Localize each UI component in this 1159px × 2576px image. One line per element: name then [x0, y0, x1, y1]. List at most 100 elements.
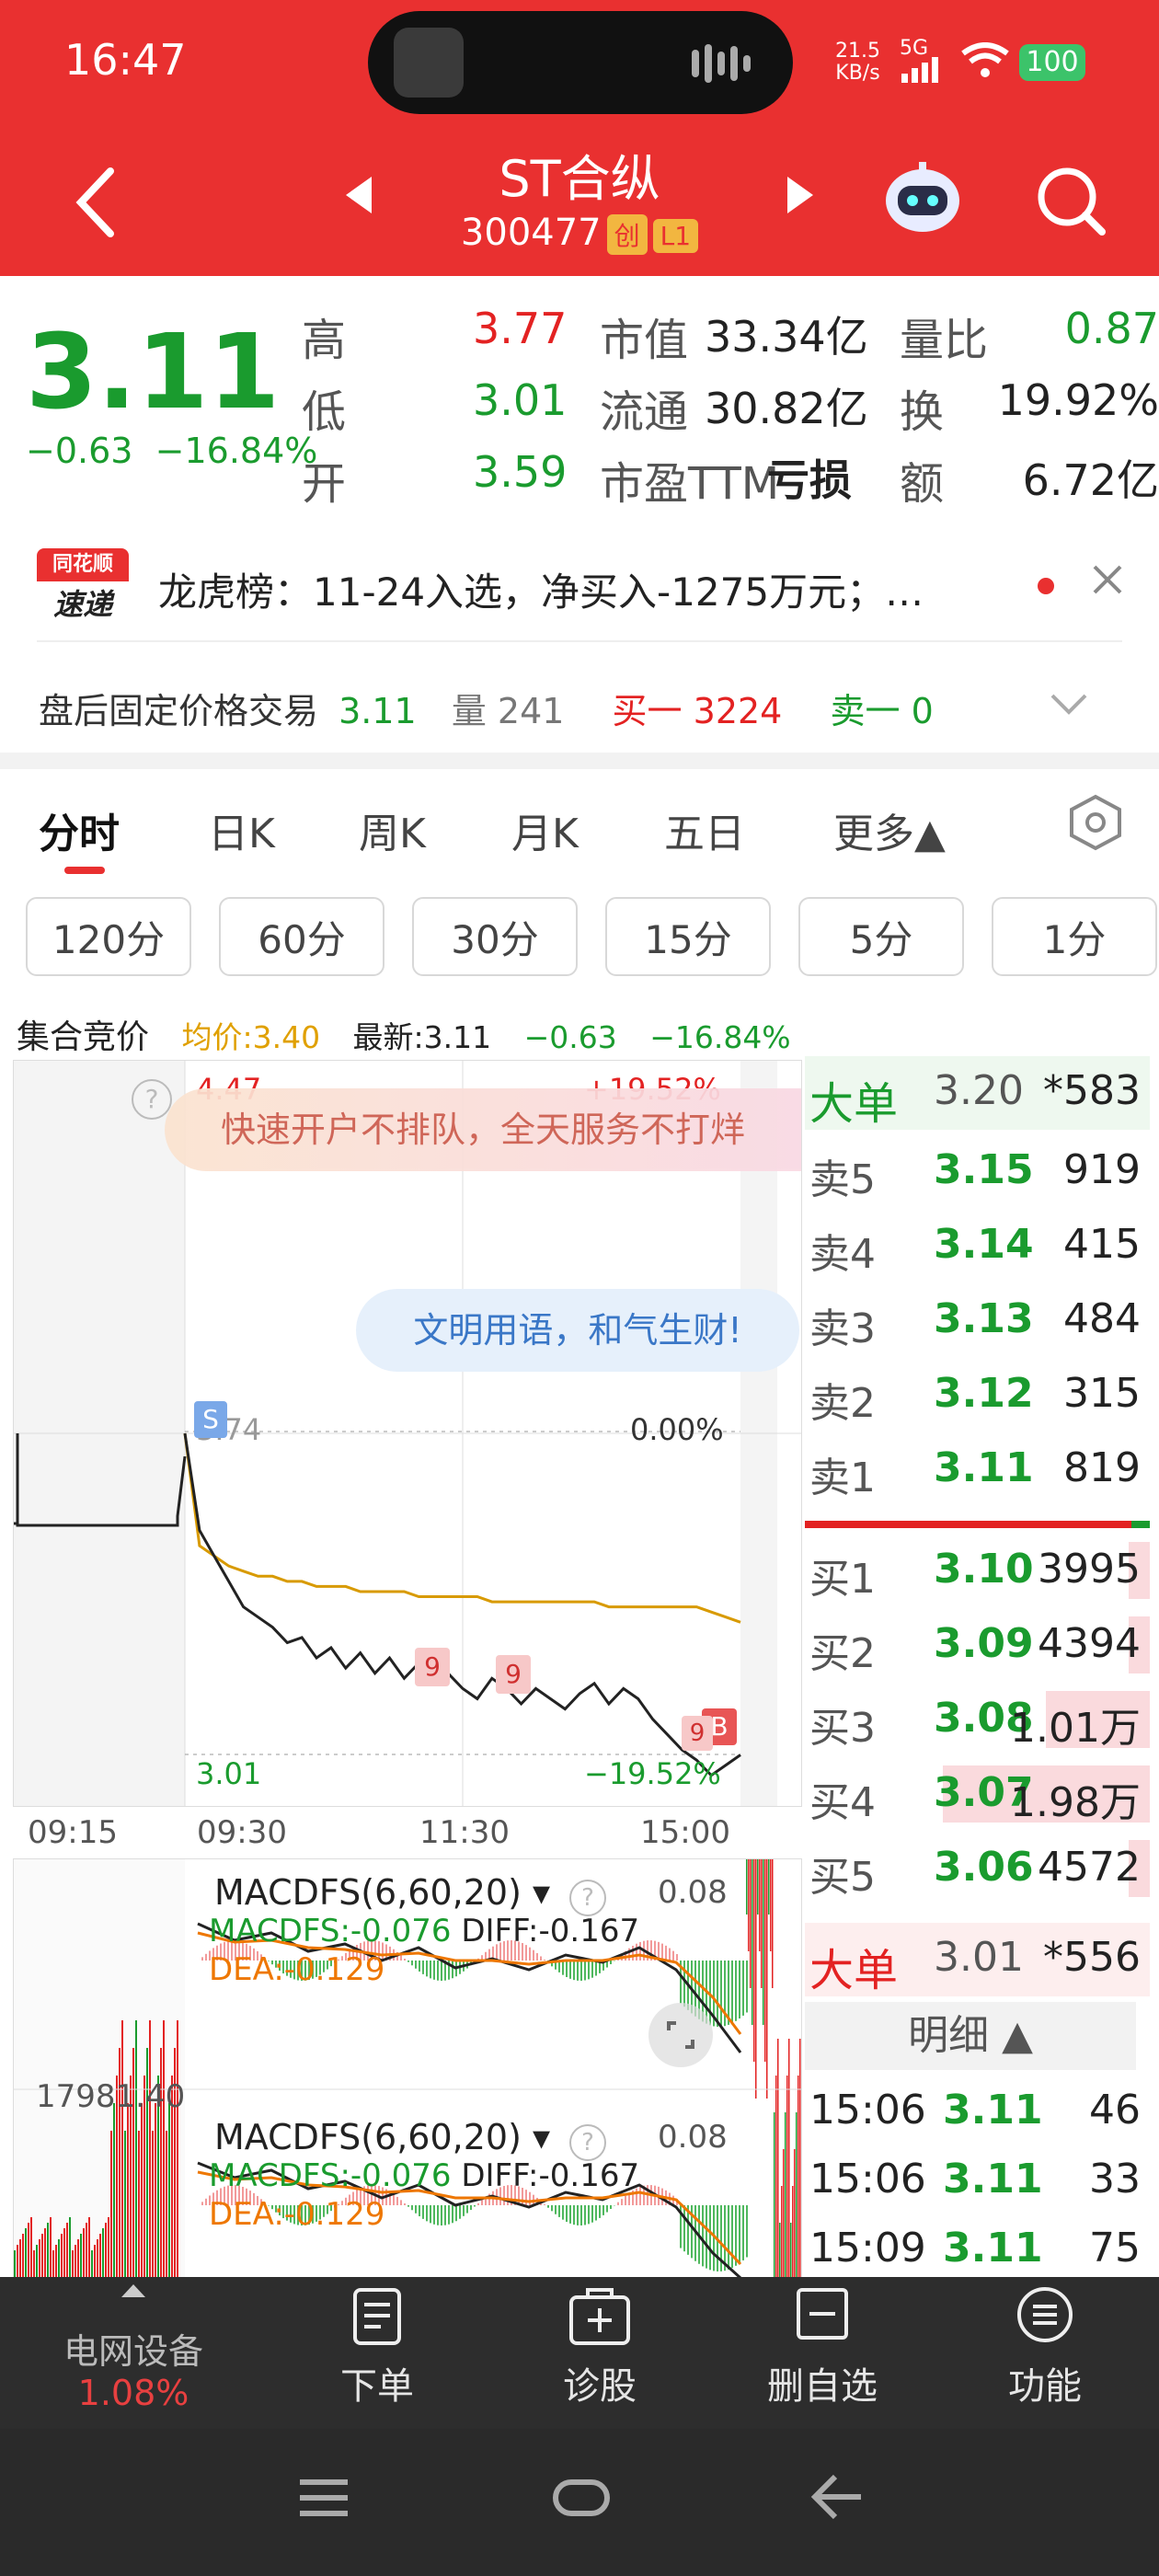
help-icon[interactable]: ? [569, 2124, 606, 2161]
settings-hexagon-icon[interactable] [1067, 793, 1124, 856]
macd-bar [591, 2205, 593, 2223]
macd-bar [536, 1952, 538, 1961]
volume-bar [750, 1859, 752, 1988]
detail-toggle[interactable]: 明细 ▲ [805, 2002, 1136, 2070]
period-15m[interactable]: 15分 [605, 897, 771, 976]
period-60m[interactable]: 60分 [219, 897, 384, 976]
volume-bar [138, 2131, 140, 2278]
bid-row: 买2 3.09 4394 [805, 1609, 1150, 1683]
macd-bar [463, 2205, 465, 2216]
help-icon[interactable]: ? [569, 1880, 606, 1916]
bid-price: 3.09 [934, 1620, 1034, 1667]
macd-bar [419, 1961, 420, 1972]
macd-bar [452, 1961, 453, 1979]
period-1m[interactable]: 1分 [992, 897, 1157, 976]
function-button[interactable]: 功能 [953, 2286, 1137, 2409]
prev-stock-icon[interactable] [342, 175, 375, 219]
volume-bar [30, 2217, 32, 2278]
macd-bar [540, 1956, 542, 1961]
volume-bar [783, 2149, 785, 2278]
ad-banner[interactable]: 快速开户不排队，全天服务不打烊 [165, 1088, 801, 1171]
dea-value: DEA:-0.129 [209, 1951, 385, 1988]
macd-bar [551, 2205, 553, 2212]
bid-row: 买5 3.06 4572 [805, 1833, 1150, 1906]
period-5m[interactable]: 5分 [798, 897, 964, 976]
ask-row: 卖5 3.15 919 [805, 1135, 1150, 1209]
macd-bar [580, 1961, 582, 1981]
sector-name[interactable]: 电网设备 [37, 2323, 230, 2374]
home-icon[interactable] [552, 2475, 611, 2524]
last-price: 3.11 [26, 313, 281, 432]
help-icon[interactable]: ? [132, 1079, 172, 1120]
volume-bar [763, 1859, 764, 2025]
app-thumbnail [394, 28, 464, 98]
macd-bar [617, 2202, 619, 2205]
low-value: 3.01 [473, 375, 568, 425]
robot-assistant-icon[interactable] [881, 156, 964, 243]
open-value: 3.59 [473, 447, 568, 497]
menu-icon[interactable] [296, 2475, 351, 2524]
macd-bar [735, 1961, 737, 2021]
macd-bar [411, 1961, 413, 1966]
macd-bar [569, 1961, 571, 1979]
volume-bar [779, 2223, 781, 2278]
macd-title[interactable]: MACDFS(6,60,20) ▾ [209, 1872, 557, 1913]
macd-bar [665, 1945, 667, 1961]
macd-bar [739, 1961, 740, 2019]
ask-label: 卖2 [809, 1380, 876, 1427]
turnover-value: 19.92% [997, 375, 1159, 425]
macd-values-2: MACDFS:-0.076 DIFF:-0.167 [209, 2157, 640, 2194]
dea-value-2: DEA:-0.129 [209, 2196, 385, 2233]
order-button[interactable]: 下单 [285, 2286, 469, 2409]
ask-volume: 919 [1063, 1146, 1141, 1193]
volume-bar [75, 2245, 76, 2278]
volume-bar [798, 2076, 799, 2278]
indicator-panel[interactable]: MACDFS(6,60,20) ▾ MACDFS:-0.076 DIFF:-0.… [13, 1858, 802, 2279]
back-nav-icon[interactable] [809, 2471, 865, 2526]
close-icon[interactable] [1091, 563, 1124, 600]
mcap-value: 33.34亿 [705, 312, 868, 362]
period-30m[interactable]: 30分 [412, 897, 578, 976]
macd-bar [470, 2205, 472, 2211]
macd-bar [566, 1961, 568, 1978]
tab-more[interactable]: 更多▲ [833, 800, 946, 859]
bid-label: 买1 [809, 1556, 876, 1603]
afterhours-row[interactable]: 盘后固定价格交易 3.11 量 241 买一 3224 卖一 0 [39, 683, 934, 733]
tab-five-day[interactable]: 五日 [664, 800, 745, 859]
caret-up-icon [120, 2283, 147, 2303]
macd-bar [602, 2205, 604, 2215]
macd-bar [544, 2204, 545, 2205]
chat-bubble[interactable]: 文明用语，和气生财! [356, 1289, 799, 1372]
mcap-label: 市值 [600, 315, 689, 366]
macd-bar [621, 2199, 623, 2205]
volume-bar [786, 2076, 788, 2278]
volume-bar [14, 2250, 16, 2278]
chevron-down-icon[interactable] [1049, 692, 1089, 719]
macd-title-2[interactable]: MACDFS(6,60,20) ▾ [209, 2117, 557, 2157]
tab-weekly-k[interactable]: 周K [359, 800, 426, 859]
tab-intraday[interactable]: 分时 [39, 800, 120, 859]
volume-bar [41, 2234, 43, 2278]
back-icon[interactable] [74, 166, 120, 243]
next-stock-icon[interactable] [784, 175, 817, 219]
volume-bar [177, 2020, 178, 2278]
tab-daily-k[interactable]: 日K [208, 800, 275, 859]
macd-bar [404, 1958, 406, 1961]
volume-bar [80, 2234, 82, 2278]
battery-icon: 100 [1019, 44, 1085, 81]
diagnose-button[interactable]: 诊股 [508, 2286, 692, 2409]
amount-label: 额 [900, 458, 945, 510]
macd-bar [205, 1953, 207, 1961]
macd-bar [562, 1961, 564, 1975]
news-headline[interactable]: 龙虎榜：11-24入选，净买入-1275万元；… [158, 561, 1023, 617]
trade-volume: 33 [1089, 2156, 1141, 2202]
ask-row: 卖3 3.13 484 [805, 1284, 1150, 1358]
search-icon[interactable] [1034, 164, 1107, 241]
period-120m[interactable]: 120分 [26, 897, 191, 976]
intraday-chart[interactable]: 4.47 +19.52% 3.74 0.00% 3.01 −19.52% ? S… [13, 1060, 802, 1807]
fullscreen-icon[interactable] [648, 2003, 713, 2067]
tab-monthly-k[interactable]: 月K [511, 800, 579, 859]
remove-watchlist-button[interactable]: 删自选 [730, 2286, 914, 2409]
divider [37, 640, 1122, 642]
macd-bar [400, 2200, 402, 2205]
